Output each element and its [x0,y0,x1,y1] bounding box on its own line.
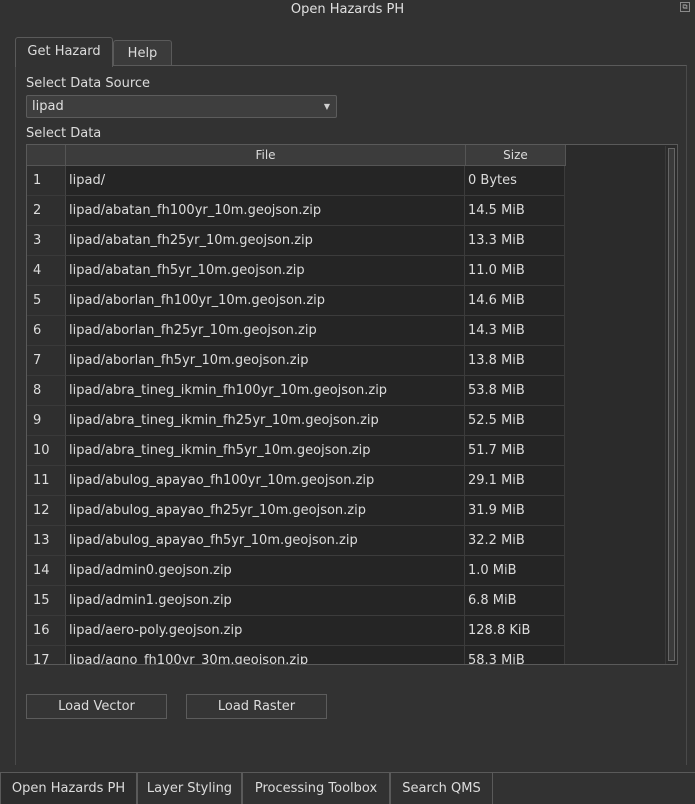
size-cell[interactable]: 53.8 MiB [465,376,565,406]
row-number[interactable]: 16 [27,616,66,646]
table-row[interactable]: 16 lipad/aero-poly.geojson.zip 128.8 KiB [27,616,565,646]
row-number[interactable]: 11 [27,466,66,496]
row-number[interactable]: 5 [27,286,66,316]
size-cell[interactable]: 14.5 MiB [465,196,565,226]
row-number[interactable]: 2 [27,196,66,226]
load-vector-button[interactable]: Load Vector [26,694,167,719]
row-number[interactable]: 17 [27,646,66,664]
file-cell[interactable]: lipad/admin0.geojson.zip [66,556,465,586]
row-number[interactable]: 3 [27,226,66,256]
file-cell[interactable]: lipad/abra_tineg_ikmin_fh5yr_10m.geojson… [66,436,465,466]
file-cell[interactable]: lipad/aborlan_fh25yr_10m.geojson.zip [66,316,465,346]
load-raster-button[interactable]: Load Raster [186,694,327,719]
row-number[interactable]: 4 [27,256,66,286]
row-number[interactable]: 10 [27,436,66,466]
size-cell[interactable]: 1.0 MiB [465,556,565,586]
select-data-label: Select Data [26,126,102,141]
size-cell[interactable]: 29.1 MiB [465,466,565,496]
float-icon[interactable]: ⧉ [680,2,690,12]
vertical-scrollbar[interactable] [665,146,676,664]
size-cell[interactable]: 32.2 MiB [465,526,565,556]
row-number[interactable]: 14 [27,556,66,586]
size-cell[interactable]: 58.3 MiB [465,646,565,664]
table-row[interactable]: 10 lipad/abra_tineg_ikmin_fh5yr_10m.geojs… [27,436,565,466]
table-row[interactable]: 14 lipad/admin0.geojson.zip 1.0 MiB [27,556,565,586]
dock-tab-bar: Open Hazards PH Layer Styling Processing… [0,772,695,804]
table-row[interactable]: 1 lipad/0 Bytes [27,166,565,196]
size-cell[interactable]: 31.9 MiB [465,496,565,526]
table-row[interactable]: 5 lipad/aborlan_fh100yr_10m.geojson.zip 14… [27,286,565,316]
column-header-size[interactable]: Size [466,145,566,166]
row-number[interactable]: 8 [27,376,66,406]
dock-tab-search-qms[interactable]: Search QMS [390,773,493,804]
file-cell[interactable]: lipad/admin1.geojson.zip [66,586,465,616]
chevron-down-icon: ▼ [323,102,330,111]
data-source-label: Select Data Source [26,76,151,91]
tab-help[interactable]: Help [113,40,172,66]
table-row[interactable]: 3 lipad/abatan_fh25yr_10m.geojson.zip 13.3… [27,226,565,256]
dock-tab-open-hazards[interactable]: Open Hazards PH [0,772,137,804]
table-row[interactable]: 8 lipad/abra_tineg_ikmin_fh100yr_10m.geoj… [27,376,565,406]
row-number[interactable]: 7 [27,346,66,376]
file-cell[interactable]: lipad/aborlan_fh5yr_10m.geojson.zip [66,346,465,376]
row-number[interactable]: 15 [27,586,66,616]
table-row[interactable]: 11 lipad/abulog_apayao_fh100yr_10m.geojso… [27,466,565,496]
file-cell[interactable]: lipad/agno_fh100yr_30m.geojson.zip [66,646,465,664]
dock-tab-processing-toolbox[interactable]: Processing Toolbox [242,773,390,804]
size-cell[interactable]: 52.5 MiB [465,406,565,436]
size-cell[interactable]: 13.8 MiB [465,346,565,376]
table-corner[interactable] [27,145,66,166]
size-cell[interactable]: 6.8 MiB [465,586,565,616]
column-header-file[interactable]: File [66,145,466,166]
tab-get-hazard[interactable]: Get Hazard [15,37,113,67]
table-row[interactable]: 2 lipad/abatan_fh100yr_10m.geojson.zip 14.… [27,196,565,226]
data-source-value: lipad [32,99,64,114]
row-number[interactable]: 13 [27,526,66,556]
data-source-select[interactable]: lipad ▼ [26,95,337,118]
file-cell[interactable]: lipad/ [66,166,465,196]
file-cell[interactable]: lipad/abulog_apayao_fh25yr_10m.geojson.z… [66,496,465,526]
row-number[interactable]: 6 [27,316,66,346]
table-row[interactable]: 17 lipad/agno_fh100yr_30m.geojson.zip 58.3… [27,646,565,664]
file-cell[interactable]: lipad/abatan_fh5yr_10m.geojson.zip [66,256,465,286]
row-number[interactable]: 9 [27,406,66,436]
file-cell[interactable]: lipad/abra_tineg_ikmin_fh25yr_10m.geojso… [66,406,465,436]
size-cell[interactable]: 0 Bytes [465,166,565,196]
scrollbar-thumb[interactable] [668,148,675,661]
file-cell[interactable]: lipad/abatan_fh25yr_10m.geojson.zip [66,226,465,256]
file-cell[interactable]: lipad/aborlan_fh100yr_10m.geojson.zip [66,286,465,316]
file-cell[interactable]: lipad/abulog_apayao_fh5yr_10m.geojson.zi… [66,526,465,556]
row-number[interactable]: 12 [27,496,66,526]
table-row[interactable]: 7 lipad/aborlan_fh5yr_10m.geojson.zip 13.8… [27,346,565,376]
table-row[interactable]: 15 lipad/admin1.geojson.zip 6.8 MiB [27,586,565,616]
table-row[interactable]: 13 lipad/abulog_apayao_fh5yr_10m.geojson.… [27,526,565,556]
file-cell[interactable]: lipad/abulog_apayao_fh100yr_10m.geojson.… [66,466,465,496]
table-row[interactable]: 6 lipad/aborlan_fh25yr_10m.geojson.zip 14.… [27,316,565,346]
row-number[interactable]: 1 [27,166,66,196]
file-cell[interactable]: lipad/abra_tineg_ikmin_fh100yr_10m.geojs… [66,376,465,406]
table-row[interactable]: 4 lipad/abatan_fh5yr_10m.geojson.zip 11.0 … [27,256,565,286]
size-cell[interactable]: 51.7 MiB [465,436,565,466]
file-cell[interactable]: lipad/abatan_fh100yr_10m.geojson.zip [66,196,465,226]
size-cell[interactable]: 14.6 MiB [465,286,565,316]
title-bar: Open Hazards PH ⧉ [0,0,695,22]
window-title: Open Hazards PH [290,2,405,17]
file-cell[interactable]: lipad/aero-poly.geojson.zip [66,616,465,646]
size-cell[interactable]: 128.8 KiB [465,616,565,646]
size-cell[interactable]: 11.0 MiB [465,256,565,286]
dock-tab-layer-styling[interactable]: Layer Styling [137,773,242,804]
size-cell[interactable]: 13.3 MiB [465,226,565,256]
table-row[interactable]: 9 lipad/abra_tineg_ikmin_fh25yr_10m.geojs… [27,406,565,436]
size-cell[interactable]: 14.3 MiB [465,316,565,346]
data-table[interactable]: File Size 1 lipad/0 Bytes 2 lipad/abatan_fh… [26,144,678,665]
table-row[interactable]: 12 lipad/abulog_apayao_fh25yr_10m.geojson… [27,496,565,526]
